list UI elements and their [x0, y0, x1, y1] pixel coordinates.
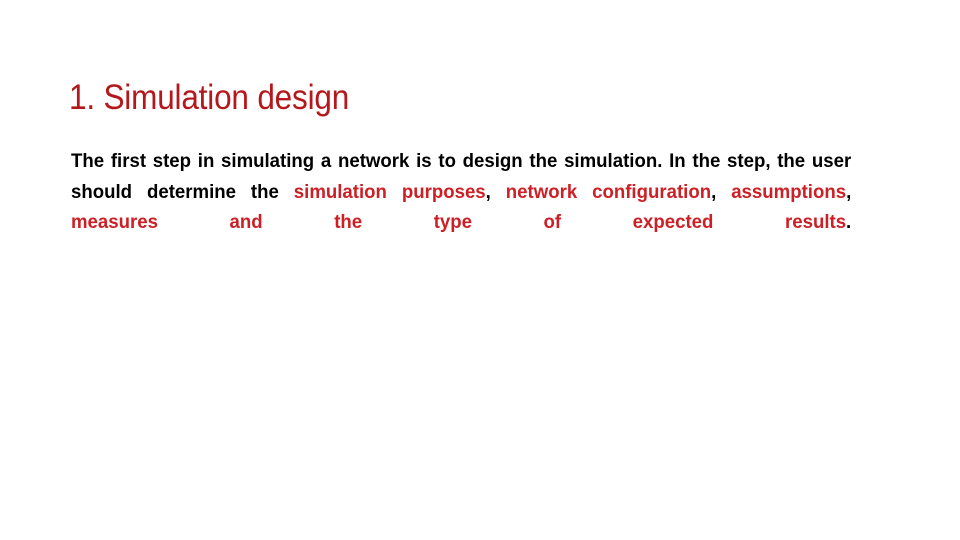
body-separator-1: ,: [485, 180, 506, 203]
body-terminal-period: .: [846, 211, 852, 233]
body-paragraph: The first step in simulating a network i…: [71, 146, 851, 268]
slide-body-text: The first step in simulating a network i…: [71, 146, 851, 268]
keyword-assumptions: assumptions: [731, 180, 847, 203]
page-title: 1. Simulation design: [69, 78, 350, 118]
keyword-network-configuration: network configuration: [505, 180, 712, 203]
body-separator-2: ,: [711, 180, 732, 203]
body-separator-3: ,: [846, 180, 852, 203]
keyword-simulation-purposes: simulation purposes: [293, 180, 486, 203]
keyword-measures-and-expected-results: measures and the type of expected result…: [71, 211, 847, 233]
slide-canvas: 1. Simulation design The first step in s…: [0, 0, 960, 540]
